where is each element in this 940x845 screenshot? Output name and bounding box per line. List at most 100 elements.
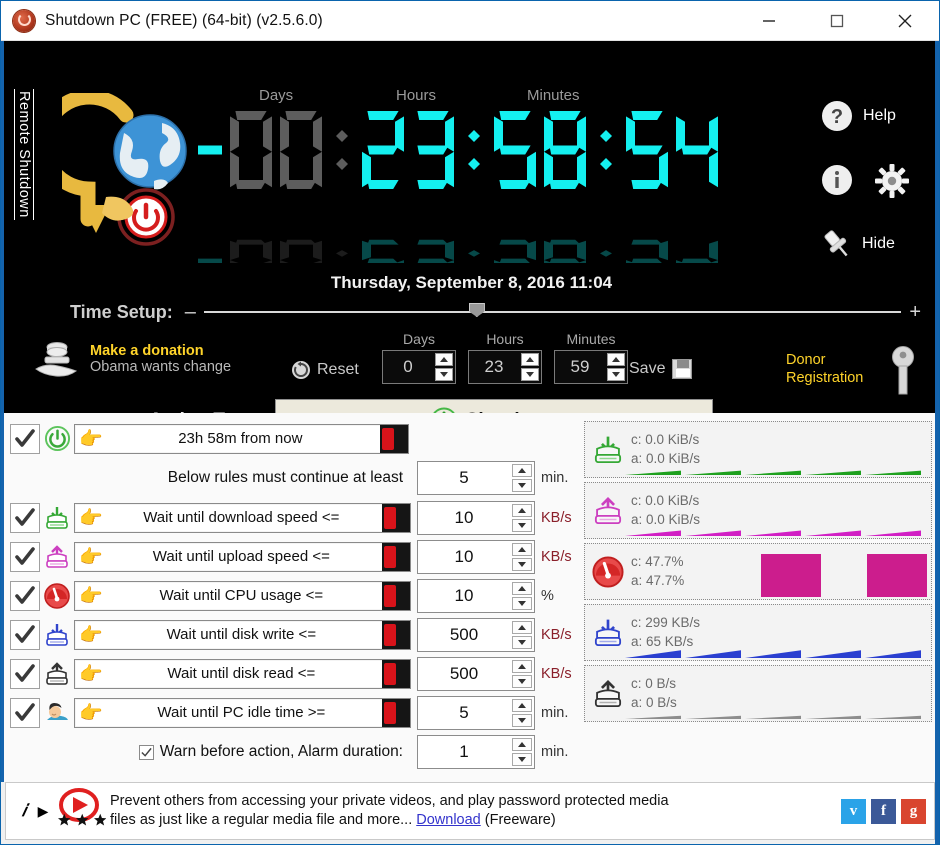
rule-value[interactable]: 10	[418, 580, 510, 612]
download-link[interactable]: Download	[416, 812, 481, 828]
rule-slider-marker[interactable]	[382, 620, 410, 649]
hide-button[interactable]: Hide	[820, 227, 895, 261]
rule-slider-marker[interactable]	[380, 424, 408, 453]
rule-value-input[interactable]: 5	[417, 695, 535, 730]
rule-value[interactable]: 10	[418, 541, 510, 573]
spinner-days-up[interactable]	[435, 353, 453, 366]
rule-checkbox[interactable]	[10, 619, 40, 650]
slider-thumb[interactable]	[468, 303, 485, 317]
rule-value-up[interactable]	[512, 659, 532, 673]
spinner-hours-down[interactable]	[521, 368, 539, 381]
rule-value[interactable]: 5	[418, 697, 510, 729]
rule-row: 👉 Wait until PC idle time >= 5 min.	[4, 693, 579, 732]
rule-value-up[interactable]	[512, 698, 532, 712]
maximize-button[interactable]	[803, 1, 871, 40]
current-date-time: Thursday, September 8, 2016 11:04	[330, 273, 613, 292]
pointing-hand-icon: 👉	[79, 585, 103, 607]
reset-button[interactable]: Reset	[291, 360, 359, 380]
google-plus-icon[interactable]: g	[901, 798, 926, 824]
twitter-icon[interactable]: ᴠ	[841, 798, 866, 824]
info-button[interactable]	[820, 163, 854, 202]
minimize-button[interactable]	[735, 1, 803, 40]
spinner-minutes-up[interactable]	[607, 353, 625, 366]
donor-registration-button[interactable]: Donor Registration	[786, 351, 863, 387]
rule-value-down[interactable]	[512, 557, 532, 571]
help-button[interactable]: ? Help	[820, 99, 896, 133]
at-least-value[interactable]: 5	[418, 462, 510, 494]
rule-slider-marker[interactable]	[382, 581, 410, 610]
rule-value-up[interactable]	[512, 581, 532, 595]
time-setup-slider[interactable]	[203, 303, 902, 317]
rule-ribbon[interactable]: 👉 Wait until disk read <=	[74, 658, 411, 689]
save-button[interactable]: Save	[629, 359, 693, 379]
rule-ribbon[interactable]: 👉 Wait until download speed <=	[74, 502, 411, 533]
graph-panel-download: c: 0.0 KiB/s a: 0.0 KiB/s	[584, 421, 932, 478]
rule-value-input[interactable]: 10	[417, 500, 535, 535]
warn-down[interactable]	[512, 753, 532, 766]
rule-row: 👉 Wait until disk write <= 500 KB/s	[4, 615, 579, 654]
rule-value-down[interactable]	[512, 518, 532, 532]
spinner-days-value[interactable]: 0	[383, 351, 433, 383]
warn-input[interactable]: 1	[417, 735, 535, 769]
rule-value-input[interactable]: 10	[417, 578, 535, 613]
rule-slider-marker[interactable]	[382, 503, 410, 532]
rule-checkbox[interactable]	[10, 697, 40, 728]
at-least-input[interactable]: 5	[417, 461, 535, 495]
rule-ribbon[interactable]: 👉 Wait until CPU usage <=	[74, 580, 411, 611]
info-italic-icon[interactable]: 𝑖	[14, 801, 34, 821]
monitor-graphs: c: 0.0 KiB/s a: 0.0 KiB/s c: 0.0 KiB/s a: 0…	[584, 421, 932, 726]
rule-value-down[interactable]	[512, 674, 532, 688]
play-triangle-icon[interactable]: ▶	[34, 803, 52, 820]
spinner-hours-up[interactable]	[521, 353, 539, 366]
save-label: Save	[629, 360, 666, 377]
rule-value-down[interactable]	[512, 713, 532, 727]
rule-value-input[interactable]: 500	[417, 617, 535, 652]
rule-checkbox[interactable]	[10, 541, 40, 572]
rule-rows-container: 👉 Wait until download speed <= 10 KB/s 👉 Wait…	[4, 498, 579, 732]
rule-value-up[interactable]	[512, 542, 532, 556]
rule-value[interactable]: 500	[418, 619, 510, 651]
warn-checkbox[interactable]	[138, 744, 154, 760]
rule-value-down[interactable]	[512, 635, 532, 649]
rule-value[interactable]: 10	[418, 502, 510, 534]
rule-slider-marker[interactable]	[382, 659, 410, 688]
rule-value-up[interactable]	[512, 503, 532, 517]
rule-ribbon[interactable]: 👉 Wait until disk write <=	[74, 619, 411, 650]
spinner-minutes-value[interactable]: 59	[555, 351, 605, 383]
rule-slider-marker[interactable]	[382, 698, 410, 727]
red-play-circle-stars-icon	[52, 788, 107, 834]
remote-shutdown-tab[interactable]: Remote Shutdown	[14, 89, 34, 220]
rule-checkbox[interactable]	[10, 580, 40, 611]
time-increase-button[interactable]: +	[909, 302, 921, 322]
close-button[interactable]	[871, 1, 939, 40]
rule-value-up[interactable]	[512, 620, 532, 634]
settings-button[interactable]	[874, 163, 910, 204]
primary-rule-ribbon[interactable]: 👉 23h 58m from now	[74, 423, 409, 454]
spinner-days-down[interactable]	[435, 368, 453, 381]
donation-block[interactable]: Make a donation Obama wants change	[34, 339, 231, 379]
graph-values-upload: c: 0.0 KiB/s a: 0.0 KiB/s	[631, 492, 700, 528]
rule-checkbox[interactable]	[10, 658, 40, 689]
warn-up[interactable]	[512, 738, 532, 751]
rule-ribbon[interactable]: 👉 Wait until PC idle time >=	[74, 697, 411, 728]
rule-checkbox[interactable]	[10, 502, 40, 533]
countdown-clock	[190, 103, 770, 283]
footer-ad[interactable]: 𝑖 ▶ Prevent others from accessing your p…	[5, 782, 935, 840]
rule-value-input[interactable]: 500	[417, 656, 535, 691]
rule-value-input[interactable]: 10	[417, 539, 535, 574]
window-controls	[735, 1, 939, 40]
rule-slider-marker[interactable]	[382, 542, 410, 571]
spinner-minutes-down[interactable]	[607, 368, 625, 381]
facebook-icon[interactable]: f	[871, 798, 896, 824]
graph-values-disk-write: c: 299 KB/s a: 65 KB/s	[631, 614, 700, 650]
at-least-up[interactable]	[512, 464, 532, 477]
spinner-hours-value[interactable]: 23	[469, 351, 519, 383]
primary-rule-checkbox[interactable]	[10, 423, 40, 454]
rule-value[interactable]: 500	[418, 658, 510, 690]
rule-value-down[interactable]	[512, 596, 532, 610]
rule-ribbon[interactable]: 👉 Wait until upload speed <=	[74, 541, 411, 572]
warn-value[interactable]: 1	[418, 736, 510, 768]
at-least-down[interactable]	[512, 479, 532, 492]
time-decrease-button[interactable]: –	[185, 302, 196, 322]
footer-line2-post: (Freeware)	[480, 812, 556, 828]
